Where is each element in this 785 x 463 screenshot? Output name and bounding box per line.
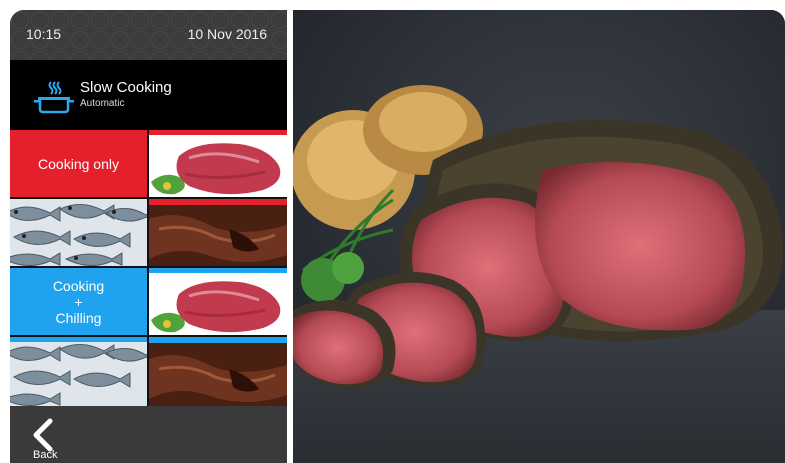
mode-subtitle: Automatic <box>80 98 125 109</box>
chevron-left-icon <box>33 418 53 452</box>
program-cooking-only-button[interactable]: Cooking only <box>10 130 147 197</box>
beef-image[interactable] <box>149 130 287 197</box>
status-bar: 10:15 10 Nov 2016 <box>10 10 287 60</box>
program-cooking-chilling-button[interactable]: Cooking + Chilling <box>10 268 147 335</box>
program-label-line: Chilling <box>55 309 102 326</box>
program-label-line: + <box>74 293 83 310</box>
mode-header[interactable]: Slow Cooking Automatic <box>10 60 287 130</box>
beef-image[interactable] <box>149 268 287 335</box>
chocolate-image[interactable] <box>149 337 287 406</box>
clock-time: 10:15 <box>26 26 62 42</box>
back-button[interactable]: Back <box>10 406 287 463</box>
control-panel: 10:15 10 Nov 2016 Slow Cooking Automatic… <box>10 10 287 463</box>
mode-title: Slow Cooking <box>80 79 172 96</box>
program-grid: Cooking only Cooking + Chilling <box>10 130 287 406</box>
chocolate-image[interactable] <box>149 199 287 266</box>
back-label: Back <box>33 449 58 461</box>
fish-image[interactable] <box>10 199 147 266</box>
pot-steam-icon <box>34 81 74 114</box>
fish-image[interactable] <box>10 337 147 406</box>
clock-date: 10 Nov 2016 <box>187 26 267 42</box>
roast-beef-hero-image <box>293 10 785 463</box>
program-label-line: Cooking <box>52 277 105 294</box>
program-label: Cooking + Chilling <box>53 278 104 326</box>
program-label: Cooking only <box>38 155 119 172</box>
